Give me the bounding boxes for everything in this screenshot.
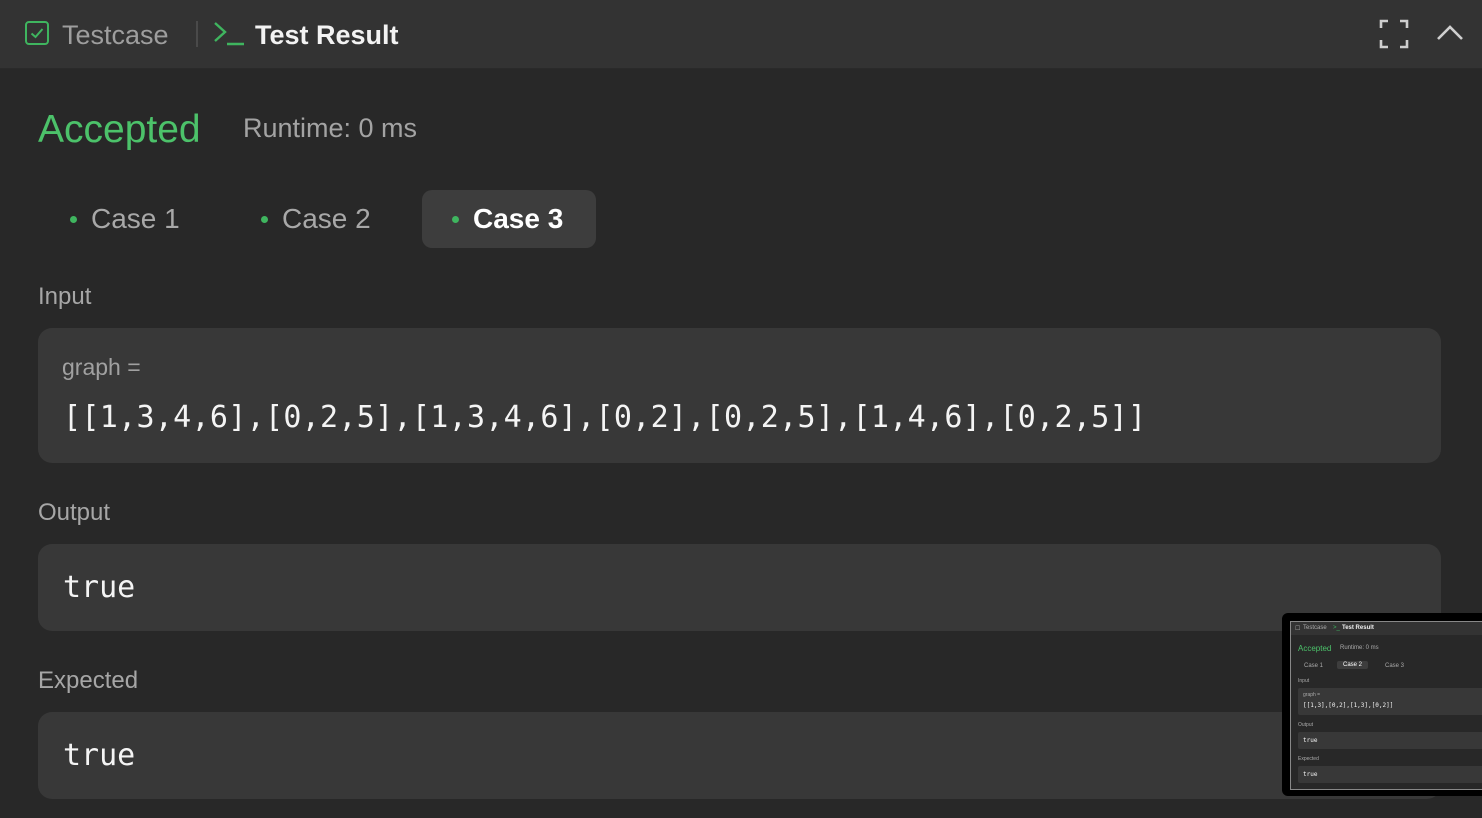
tab-testcase[interactable]: Testcase <box>24 18 169 52</box>
thumbnail-case-1: Case 1 <box>1304 663 1324 669</box>
result-status: Accepted <box>38 108 201 151</box>
thumbnail-status: Accepted <box>1298 644 1332 653</box>
output-box: true <box>38 544 1441 631</box>
thumbnail-expected-box: true <box>1298 766 1482 783</box>
thumbnail-output-value: true <box>1303 737 1318 744</box>
thumbnail-output-label: Output <box>1298 722 1314 728</box>
thumbnail-var-name: graph = <box>1303 692 1321 698</box>
expected-box: true <box>38 712 1441 799</box>
case-tab-3[interactable]: Case 3 <box>422 190 596 248</box>
case-tab-label: Case 3 <box>473 203 564 234</box>
thumbnail-runtime: Runtime: 0 ms <box>1340 645 1379 651</box>
case-tab-1[interactable]: Case 1 <box>40 190 210 248</box>
thumbnail-result-label: Test Result <box>1342 625 1374 631</box>
case-tab-2[interactable]: Case 2 <box>231 190 401 248</box>
case-tab-label: Case 2 <box>282 203 371 234</box>
tab-test-result[interactable]: Test Result <box>212 18 399 52</box>
input-var-name: graph = <box>62 354 141 380</box>
thumbnail-input-label: Input <box>1298 678 1310 684</box>
thumbnail-output-box: true <box>1298 732 1482 749</box>
input-value: [[1,3,4,6],[0,2,5],[1,3,4,6],[0,2],[0,2,… <box>63 400 1147 435</box>
thumbnail-case-2: Case 2 <box>1337 661 1369 669</box>
fullscreen-icon <box>1379 19 1409 49</box>
output-value: true <box>63 570 136 605</box>
collapse-button[interactable] <box>1436 22 1464 44</box>
terminal-icon <box>212 18 246 53</box>
checkbox-icon <box>24 20 50 51</box>
status-dot-icon <box>70 215 77 223</box>
runtime-label: Runtime: 0 ms <box>243 113 418 143</box>
status-dot-icon <box>261 215 268 223</box>
thumbnail-expected-value: true <box>1303 771 1318 778</box>
thumbnail-input-value: [[1,3],[0,2],[1,3],[0,2]] <box>1303 702 1394 709</box>
thumbnail-testcase-label: Testcase <box>1303 625 1327 631</box>
status-dot-icon <box>452 215 459 223</box>
screenshot-thumbnail[interactable]: ☐ Testcase >_ Test Result Accepted Runti… <box>1282 613 1482 796</box>
thumbnail-terminal-icon: >_ <box>1333 625 1340 631</box>
input-label: Input <box>38 283 92 310</box>
tab-testcase-label: Testcase <box>62 19 169 50</box>
fullscreen-button[interactable] <box>1379 19 1409 49</box>
chevron-up-icon <box>1437 25 1463 40</box>
tab-test-result-label: Test Result <box>255 19 399 50</box>
thumbnail-check-icon: ☐ <box>1295 626 1301 632</box>
case-tab-label: Case 1 <box>91 203 180 234</box>
panel-header: Testcase Test Result <box>0 0 1482 69</box>
tab-divider <box>196 21 198 47</box>
input-box: graph = [[1,3,4,6],[0,2,5],[1,3,4,6],[0,… <box>38 328 1441 463</box>
output-label: Output <box>38 499 111 526</box>
expected-label: Expected <box>38 667 139 694</box>
thumbnail-input-box: graph = [[1,3],[0,2],[1,3],[0,2]] <box>1298 688 1482 715</box>
thumbnail-expected-label: Expected <box>1298 756 1319 762</box>
thumbnail-case-3: Case 3 <box>1385 663 1405 669</box>
thumbnail-preview: ☐ Testcase >_ Test Result Accepted Runti… <box>1290 621 1482 790</box>
expected-value: true <box>63 738 136 773</box>
